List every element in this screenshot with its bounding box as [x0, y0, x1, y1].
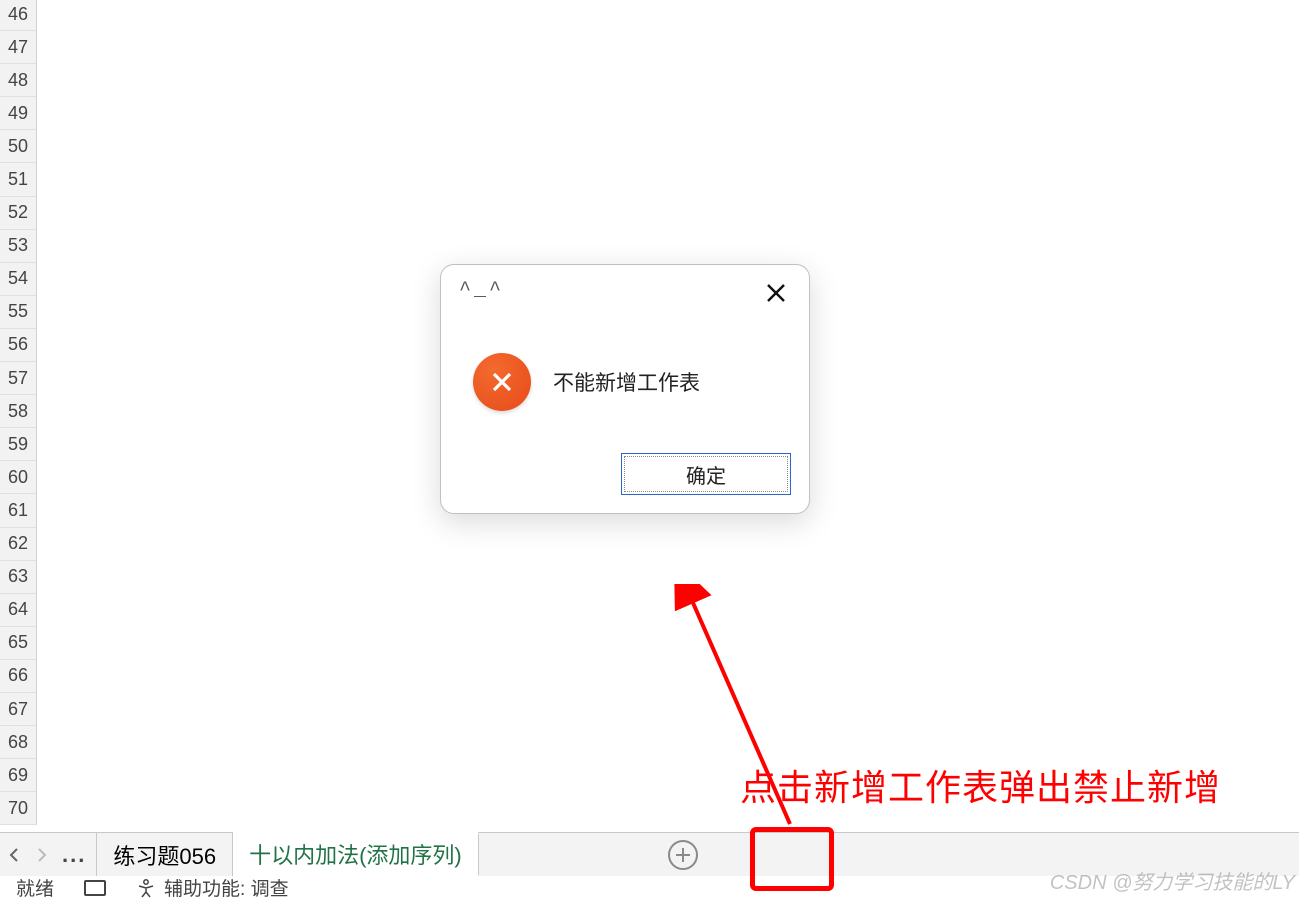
row-header[interactable]: 53 [0, 230, 37, 263]
plus-icon [668, 840, 698, 870]
row-header[interactable]: 58 [0, 395, 37, 428]
sheet-tab-1-label: 练习题056 [113, 839, 216, 871]
dialog-close-button[interactable] [761, 279, 791, 311]
tab-list-ellipsis[interactable]: ... [56, 842, 96, 868]
row-header[interactable]: 47 [0, 31, 37, 64]
row-header[interactable]: 46 [0, 0, 37, 31]
row-header[interactable]: 52 [0, 197, 37, 230]
row-header[interactable]: 68 [0, 726, 37, 759]
sheet-tab-1[interactable]: 练习题056 [96, 833, 233, 876]
status-ready: 就绪 [16, 874, 54, 901]
row-header[interactable]: 59 [0, 428, 37, 461]
error-icon [473, 353, 531, 411]
row-header[interactable]: 66 [0, 660, 37, 693]
row-header[interactable]: 64 [0, 594, 37, 627]
dialog-title: ^_^ [459, 279, 504, 302]
annotation-text: 点击新增工作表弹出禁止新增 [740, 759, 1221, 811]
accessibility-icon [136, 878, 156, 898]
tab-nav-prev[interactable] [0, 833, 28, 876]
sheet-tab-2[interactable]: 十以内加法(添加序列) [233, 834, 479, 877]
error-dialog: ^_^ 不能新增工作表 确定 [440, 264, 810, 514]
dialog-message: 不能新增工作表 [553, 367, 700, 397]
row-header[interactable]: 63 [0, 561, 37, 594]
row-header[interactable]: 56 [0, 329, 37, 362]
status-record-icon [84, 880, 106, 896]
sheet-tab-2-label: 十以内加法(添加序列) [249, 838, 462, 870]
row-header[interactable]: 62 [0, 528, 37, 561]
row-header[interactable]: 51 [0, 163, 37, 196]
row-header[interactable]: 60 [0, 461, 37, 494]
row-header[interactable]: 55 [0, 296, 37, 329]
row-header[interactable]: 70 [0, 792, 37, 825]
row-header[interactable]: 50 [0, 130, 37, 163]
status-accessibility[interactable]: 辅助功能: 调查 [136, 874, 289, 901]
watermark: CSDN @努力学习技能的LY [1050, 866, 1295, 895]
row-header[interactable]: 69 [0, 759, 37, 792]
row-header[interactable]: 54 [0, 263, 37, 296]
dialog-ok-button[interactable]: 确定 [621, 453, 791, 495]
close-icon [765, 282, 787, 304]
row-header[interactable]: 49 [0, 97, 37, 130]
row-header[interactable]: 57 [0, 362, 37, 395]
row-header[interactable]: 61 [0, 494, 37, 527]
row-header[interactable]: 48 [0, 64, 37, 97]
add-sheet-button[interactable] [659, 833, 707, 876]
tab-nav-next[interactable] [28, 833, 56, 876]
row-headers: 4647484950515253545556575859606162636465… [0, 0, 37, 825]
row-header[interactable]: 67 [0, 693, 37, 726]
row-header[interactable]: 65 [0, 627, 37, 660]
